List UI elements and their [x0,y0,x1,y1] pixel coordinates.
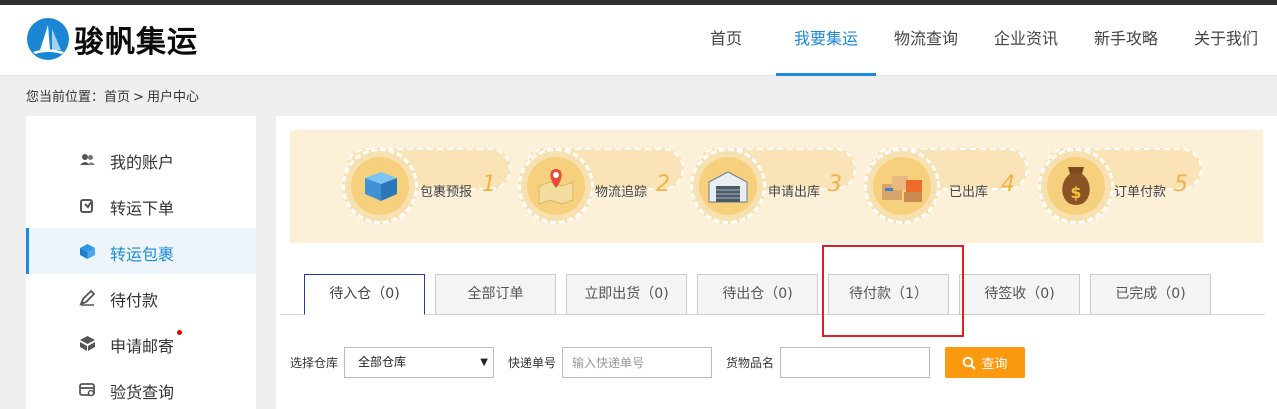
main-panel: 包裹预报 1 物流追踪 2 申请出库 3 已出库 4 $ 订单付款 5 待入仓（… [276,116,1277,409]
breadcrumb-current: 用户中心 [146,90,199,105]
sidebar-item-forward-package[interactable]: 转运包裹 [26,228,256,274]
nav-guide[interactable]: 新手攻略 [1086,5,1166,76]
highlight-annotation-box [822,245,964,337]
sidebar-item-inspection[interactable]: 验货查询 [26,366,256,409]
search-button-label: 查询 [981,357,1008,372]
sidebar-item-label: 申请邮寄 [110,337,175,356]
edit-pen-icon [79,289,96,306]
search-button[interactable]: 查询 [945,347,1025,378]
nav-home[interactable]: 首页 [696,5,756,76]
logo-sail-icon [27,18,69,60]
sidebar-item-account[interactable]: 我的账户 [26,136,256,182]
users-icon [80,154,95,165]
nav-news[interactable]: 企业资讯 [986,5,1066,76]
nav-about[interactable]: 关于我们 [1186,5,1266,76]
tracking-number-input[interactable] [562,347,712,378]
sidebar-item-pending-payment[interactable]: 待付款 [26,274,256,320]
svg-text:$: $ [1070,183,1081,202]
inspect-icon [79,383,95,397]
step-label: 包裹预报 [420,185,473,200]
site-logo[interactable]: 骏帆集运 [26,16,198,62]
step-label: 物流追踪 [595,185,648,200]
dropdown-caret-icon: ▼ [480,357,488,368]
tab-pending-warehouse[interactable]: 待入仓（0) [304,274,425,315]
search-icon [963,356,977,370]
tab-ship-now[interactable]: 立即出货（0) [566,274,687,315]
sidebar-item-label: 转运下单 [110,199,175,218]
warehouse-select[interactable]: 全部仓库 ▼ [344,347,494,378]
sidebar-item-label: 我的账户 [110,153,175,172]
tab-pending-outbound[interactable]: 待出仓（0) [697,274,818,315]
warehouse-icon [708,171,748,203]
warehouse-label: 选择仓库 [290,356,339,370]
breadcrumb-home-link[interactable]: 首页 [104,86,130,105]
sidebar-item-apply-mail[interactable]: 申请邮寄 [26,320,256,366]
step-label: 申请出库 [768,185,821,200]
site-header: 骏帆集运 首页 我要集运 物流查询 企业资讯 新手攻略 关于我们 [0,5,1277,76]
tab-completed[interactable]: 已完成（0) [1090,274,1211,315]
nav-consolidation[interactable]: 我要集运 [776,5,876,76]
step-number: 2 [656,172,670,197]
goods-label: 货物品名 [726,356,775,370]
tracking-label: 快递单号 [508,356,557,370]
map-pin-icon [538,169,574,205]
notification-dot [177,330,182,335]
process-steps-banner: 包裹预报 1 物流追踪 2 申请出库 3 已出库 4 $ 订单付款 5 [290,130,1263,243]
boxes-icon [882,176,922,202]
tab-pending-receipt[interactable]: 待签收（0) [959,274,1080,315]
sidebar-item-label: 转运包裹 [110,245,175,264]
step-number: 1 [482,172,496,197]
goods-name-input[interactable] [780,347,930,378]
tab-all-orders[interactable]: 全部订单 [435,274,556,315]
money-bag-icon: $ [1062,167,1090,205]
box-icon [80,336,95,351]
user-sidebar: 我的账户 转运下单 转运包裹 待付款 申请邮寄 验货查询 [26,116,256,409]
breadcrumb-prefix: 您当前位置： [26,90,105,105]
step-number: 5 [1174,172,1188,197]
step-label: 已出库 [949,185,989,200]
warehouse-select-value: 全部仓库 [358,355,407,369]
package-cube-icon [80,244,95,259]
logo-text: 骏帆集运 [74,25,198,60]
sidebar-item-forward-order[interactable]: 转运下单 [26,182,256,228]
package-icon [365,172,397,201]
step-label: 订单付款 [1114,185,1167,200]
sidebar-item-label: 验货查询 [110,383,175,402]
breadcrumb-separator: > [133,90,144,105]
breadcrumb: 您当前位置：首页 > 用户中心 [26,86,199,105]
nav-tracking[interactable]: 物流查询 [886,5,966,76]
step-number: 4 [1001,172,1015,197]
sidebar-item-label: 待付款 [110,291,159,310]
order-icon [80,199,93,213]
step-number: 3 [828,172,842,197]
